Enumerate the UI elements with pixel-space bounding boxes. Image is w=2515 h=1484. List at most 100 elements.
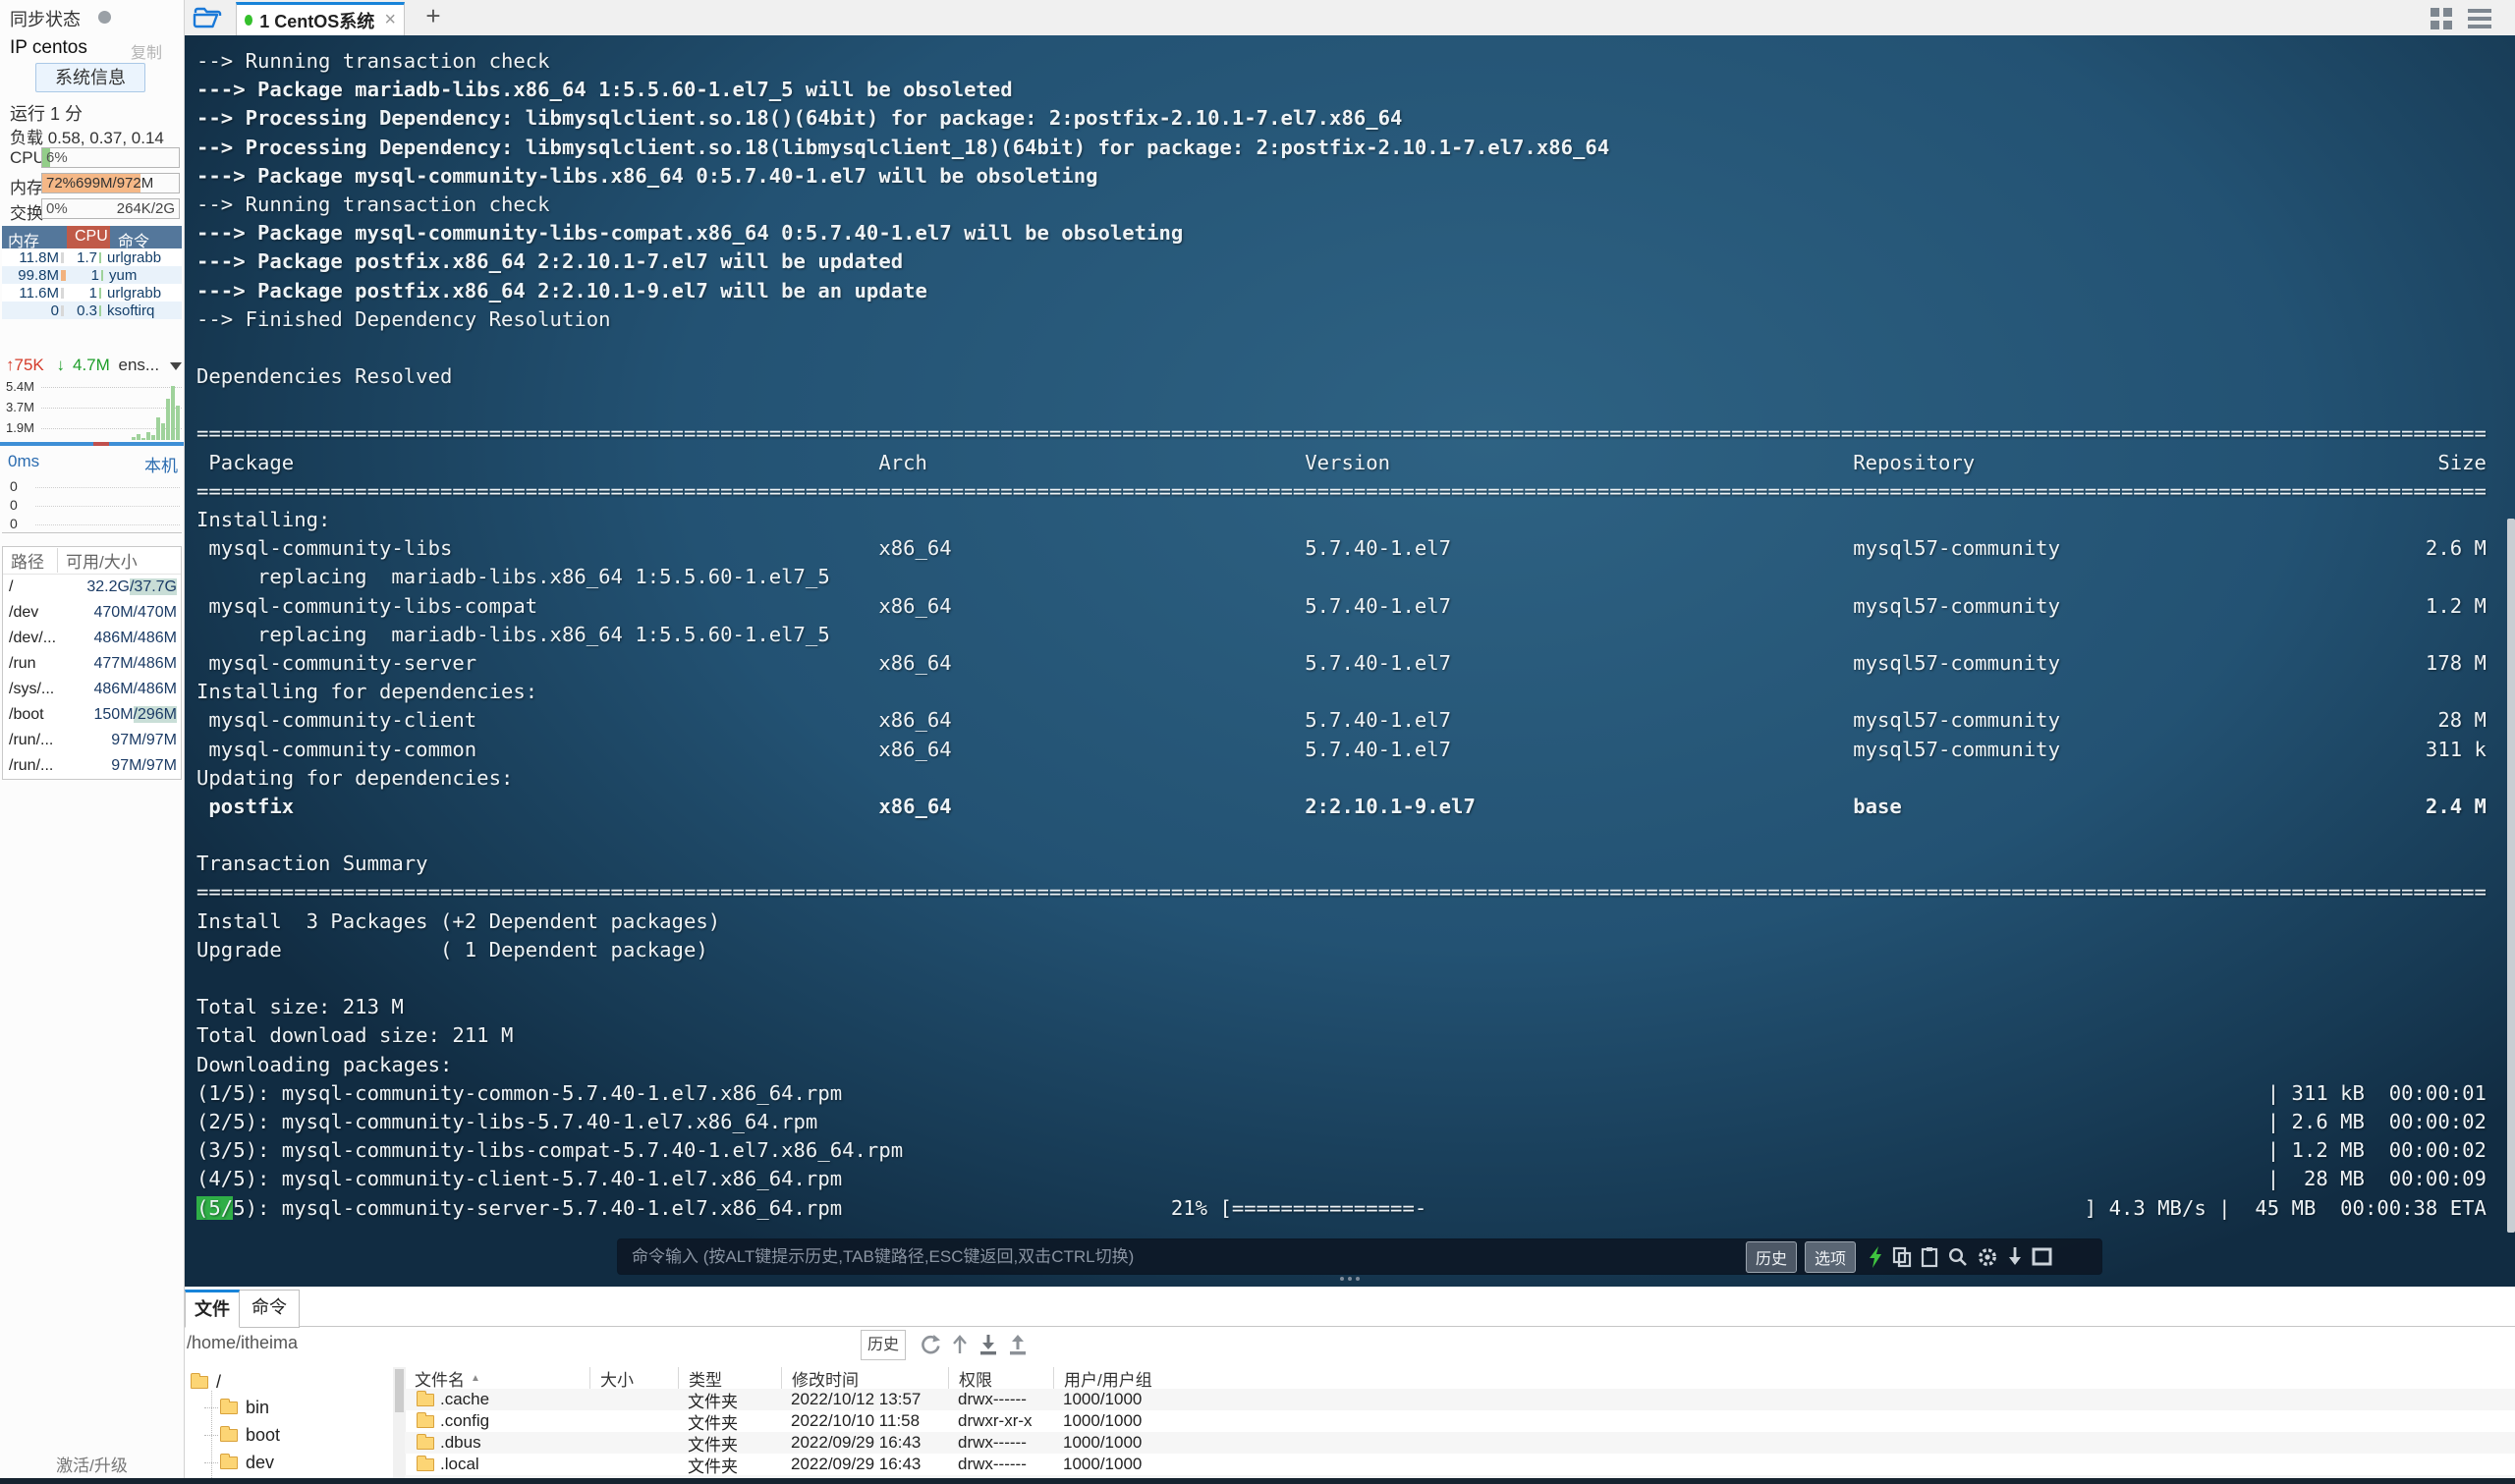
file-row[interactable]: .dbus 文件夹 2022/09/29 16:43 drwx------ 1000/1… xyxy=(405,1432,2515,1455)
terminal-scrollbar[interactable] xyxy=(2507,519,2515,1233)
path-input[interactable] xyxy=(187,1333,737,1353)
process-table-header[interactable]: 内存 CPU 命令 xyxy=(2,226,182,250)
file-browser: /binbootdevetc 文件名▲大小类型修改时间权限用户/用户组 .cac… xyxy=(185,1367,2515,1478)
tree-item-bin[interactable]: bin xyxy=(204,1395,269,1420)
parent-directory-icon[interactable] xyxy=(951,1334,969,1355)
terminal[interactable]: --> Running transaction check ---> Packag… xyxy=(185,35,2515,1287)
terminal-line: replacing mariadb-libs.x86_64 1:5.5.60-1… xyxy=(196,565,830,589)
tab-files[interactable]: 文件 xyxy=(185,1290,240,1328)
file-header-2[interactable]: 类型 xyxy=(678,1367,781,1389)
app-window: 同步状态 IP centos 复制 系统信息 运行 1 分 负载 0.58, 0… xyxy=(0,0,2515,1484)
options-button[interactable]: 选项 xyxy=(1804,1240,1856,1273)
cpu-meter: 6% xyxy=(41,147,180,168)
process-row[interactable]: 11.6M 1 urlgrabb xyxy=(2,284,182,302)
window-icon[interactable] xyxy=(2032,1247,2052,1266)
terminal-line: Total download size: 211 M xyxy=(196,1023,514,1048)
command-bar-icons xyxy=(1868,1245,2088,1268)
network-graph: 5.4M 3.7M 1.9M xyxy=(2,379,182,440)
folder-icon xyxy=(417,1433,434,1450)
net-graph-tick: 1.9M xyxy=(6,420,37,435)
file-header-0[interactable]: 文件名 ▲ xyxy=(405,1367,589,1390)
disk-header-path[interactable]: 路径 xyxy=(3,548,58,573)
terminal-output: --> Running transaction check ---> Packag… xyxy=(196,49,2487,1225)
cpu-label: CPU xyxy=(10,148,45,167)
terminal-line: Installing for dependencies: xyxy=(196,680,538,704)
disk-header-size[interactable]: 可用/大小 xyxy=(58,548,181,573)
layout-grid-icon[interactable] xyxy=(2431,8,2452,29)
tab-centos[interactable]: 1 CentOS系统 × xyxy=(236,2,405,35)
folder-icon xyxy=(220,1398,238,1414)
ping-target-link[interactable]: 本机 xyxy=(144,452,178,476)
network-bar xyxy=(141,437,145,440)
file-row[interactable]: .cache 文件夹 2022/10/12 13:57 drwx------ 1000/… xyxy=(405,1389,2515,1411)
folder-icon xyxy=(417,1390,434,1406)
process-header-command[interactable]: 命令 xyxy=(110,226,182,250)
disk-row[interactable]: /dev 470M/470M xyxy=(3,600,181,626)
terminal-line: Upgrade ( 1 Dependent package) xyxy=(196,937,708,962)
copy-ip-link[interactable]: 复制 xyxy=(131,39,162,63)
terminal-line: --> Running transaction check xyxy=(196,49,550,73)
tab-label: 1 CentOS系统 xyxy=(259,11,375,31)
disk-table-header[interactable]: 路径 可用/大小 xyxy=(3,547,181,575)
disk-row[interactable]: /run/... 97M/97M xyxy=(3,728,181,753)
disk-row[interactable]: /run 477M/486M xyxy=(3,651,181,677)
terminal-line: ---> Package mysql-community-libs.x86_64… xyxy=(196,163,1098,188)
file-header-4[interactable]: 权限 xyxy=(948,1367,1053,1389)
lightning-icon[interactable] xyxy=(1868,1245,1883,1268)
terminal-line: Total size: 213 M xyxy=(196,995,404,1019)
menu-hamburger-icon[interactable] xyxy=(2468,9,2491,28)
disk-row[interactable]: /run/... 97M/97M xyxy=(3,753,181,779)
terminal-line: (3/5): mysql-community-libs-compat-5.7.4… xyxy=(196,1138,2487,1163)
sort-ascending-icon[interactable]: ▲ xyxy=(471,1373,480,1384)
tree-item-boot[interactable]: boot xyxy=(204,1422,280,1448)
disk-row[interactable]: /sys/... 486M/486M xyxy=(3,677,181,702)
command-input[interactable] xyxy=(632,1246,1738,1267)
splitter-handle[interactable] xyxy=(1340,1277,1360,1281)
process-header-cpu[interactable]: CPU xyxy=(67,226,110,248)
tree-item-root[interactable]: / xyxy=(191,1369,221,1395)
network-interface-select[interactable]: ens... xyxy=(119,356,160,374)
file-header-3[interactable]: 修改时间 xyxy=(781,1367,948,1389)
activate-upgrade-link[interactable]: 激活/升级 xyxy=(0,1452,184,1476)
copy-icon[interactable] xyxy=(1892,1246,1912,1268)
new-tab-button[interactable]: + xyxy=(419,1,448,31)
file-row[interactable]: .local 文件夹 2022/09/29 16:43 drwx------ 1000/… xyxy=(405,1454,2515,1476)
terminal-line: (2/5): mysql-community-libs-5.7.40-1.el7… xyxy=(196,1109,2487,1133)
tab-commands[interactable]: 命令 xyxy=(239,1290,300,1328)
upload-file-icon[interactable] xyxy=(1008,1334,1028,1355)
cpu-meter-row: CPU 6% xyxy=(0,147,184,168)
process-row[interactable]: 11.8M 1.7 urlgrabb xyxy=(2,248,182,266)
network-bar xyxy=(132,436,136,440)
process-row[interactable]: 0 0.3 ksoftirq xyxy=(2,302,182,319)
process-header-memory[interactable]: 内存 xyxy=(2,226,67,250)
download-file-icon[interactable] xyxy=(978,1334,998,1355)
file-row[interactable]: .config 文件夹 2022/10/10 11:58 drwxr-xr-x 1000… xyxy=(405,1410,2515,1433)
terminal-line: postfix x86_64 2:2.10.1-9.el7 base 2.4 M xyxy=(196,794,2487,818)
system-info-button[interactable]: 系统信息 xyxy=(35,63,145,92)
gear-icon[interactable] xyxy=(1977,1246,1998,1268)
memory-value: 72%699M/972M xyxy=(46,175,154,192)
chevron-down-icon[interactable] xyxy=(169,361,182,370)
disk-row[interactable]: /boot 150M/296M xyxy=(3,702,181,728)
path-history-button[interactable]: 历史 xyxy=(861,1330,906,1360)
disk-row[interactable]: /dev/... 486M/486M xyxy=(3,626,181,651)
file-header-1[interactable]: 大小 xyxy=(589,1367,678,1389)
file-table-header[interactable]: 文件名 ▲ 大小 类型 修改时间 权限 用户/用户组 xyxy=(405,1367,2515,1389)
process-row[interactable]: 99.8M 1 yum xyxy=(2,266,182,284)
tree-item-dev[interactable]: dev xyxy=(204,1450,274,1475)
search-icon[interactable] xyxy=(1947,1246,1968,1267)
upload-arrow-icon: ↑ xyxy=(6,356,15,374)
tab-close-icon[interactable]: × xyxy=(384,9,396,31)
folder-icon xyxy=(417,1411,434,1428)
download-arrow-icon[interactable] xyxy=(2007,1246,2023,1267)
history-button[interactable]: 历史 xyxy=(1745,1240,1797,1273)
file-header-5[interactable]: 用户/用户组 xyxy=(1053,1367,1184,1389)
disk-row[interactable]: /32.2G/37.7G xyxy=(3,575,181,600)
network-bar xyxy=(161,422,165,440)
memory-meter: 72%699M/972M xyxy=(41,173,180,193)
paste-icon[interactable] xyxy=(1921,1246,1938,1268)
refresh-icon[interactable] xyxy=(920,1334,941,1355)
terminal-line: ---> Package mysql-community-libs-compat… xyxy=(196,221,1184,246)
open-folder-icon[interactable] xyxy=(193,5,224,30)
